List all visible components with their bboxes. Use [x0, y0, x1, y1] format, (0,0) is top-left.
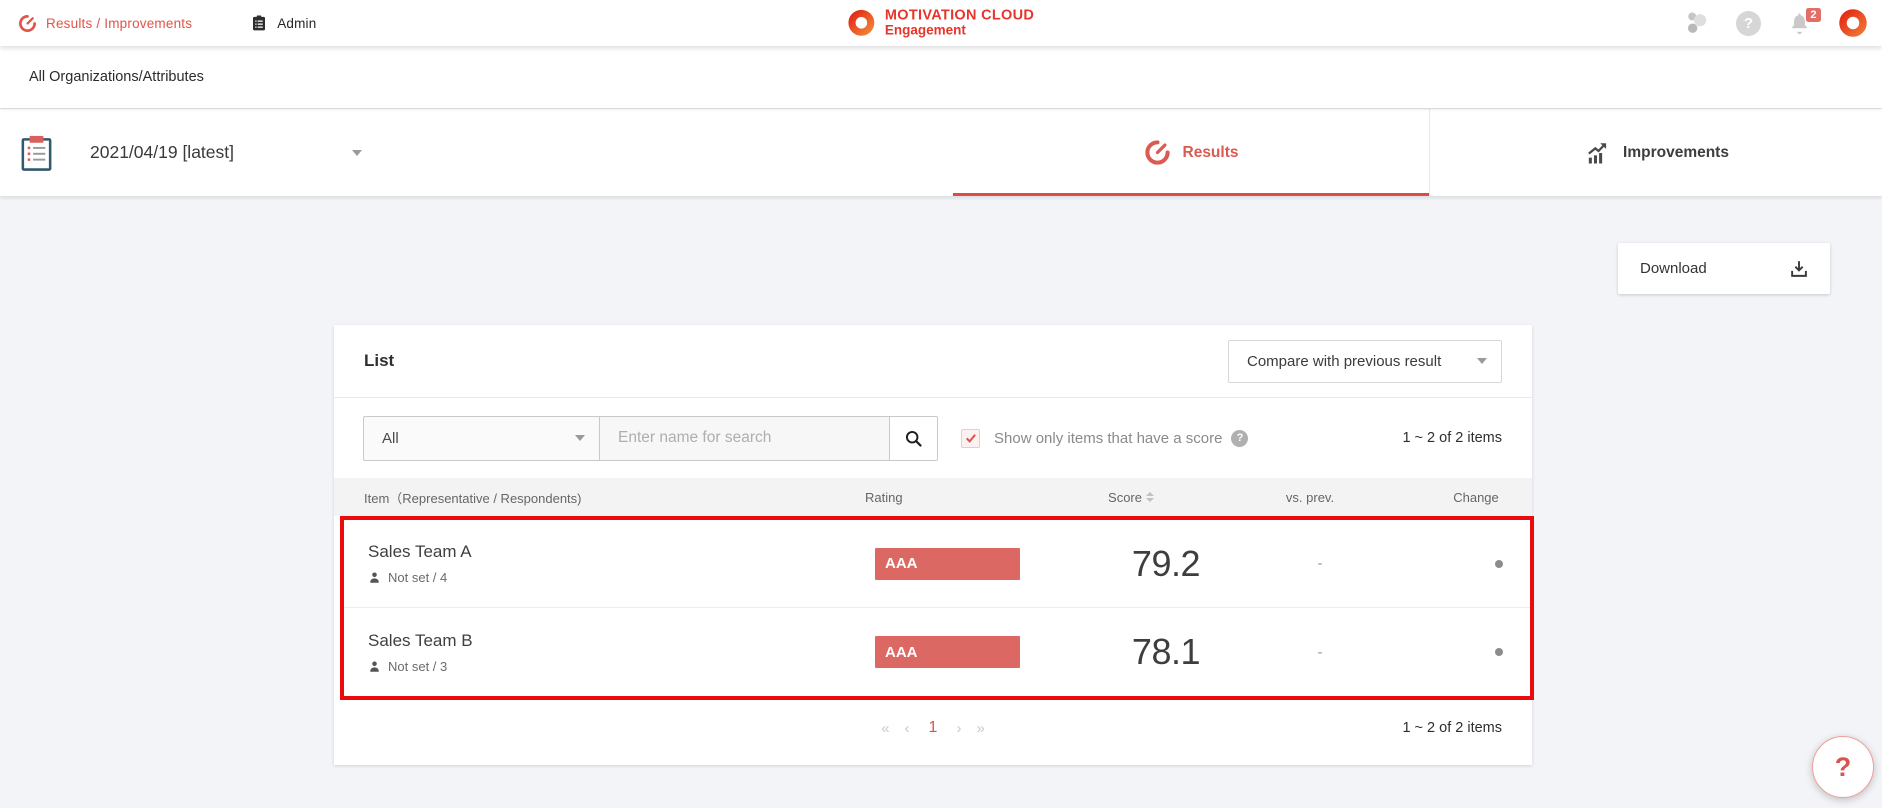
- caret-down-icon: [352, 150, 362, 156]
- person-icon: [368, 660, 381, 673]
- column-vs-prev: vs. prev.: [1200, 490, 1420, 505]
- category-dropdown-label: All: [382, 430, 399, 447]
- row-score: 78.1: [1050, 631, 1210, 673]
- page-current[interactable]: 1: [925, 719, 942, 737]
- breadcrumb-bar: All Organizations/Attributes: [0, 46, 1882, 108]
- score-filter-checkbox[interactable]: [961, 429, 980, 448]
- page-first-button[interactable]: «: [881, 720, 889, 737]
- category-dropdown[interactable]: All: [363, 416, 600, 461]
- app-window: Results / Improvements Admin MOTIVATION …: [0, 0, 1882, 808]
- change-dot-icon: [1495, 560, 1503, 568]
- tab-improvements-label: Improvements: [1623, 144, 1729, 162]
- panel-title: List: [364, 351, 394, 371]
- filter-help-icon[interactable]: ?: [1231, 430, 1248, 447]
- logo-title: MOTIVATION CLOUD: [885, 8, 1034, 23]
- pagination: « ‹ 1 › » 1 ~ 2 of 2 items: [334, 700, 1532, 756]
- row-name: Sales Team B: [368, 631, 875, 651]
- bell-icon[interactable]: 2: [1787, 11, 1812, 36]
- table-header: Item（Representative / Respondents) Ratin…: [334, 478, 1532, 516]
- search-button[interactable]: [890, 416, 938, 461]
- avatar-donut-icon[interactable]: [1838, 8, 1868, 38]
- column-score[interactable]: Score: [1040, 490, 1200, 505]
- compare-dropdown-label: Compare with previous result: [1247, 353, 1441, 370]
- column-rating: Rating: [865, 490, 1040, 505]
- active-tab-underline: [953, 193, 1429, 196]
- search-input[interactable]: [600, 416, 890, 461]
- caret-down-icon: [575, 435, 585, 441]
- row-change: [1430, 560, 1530, 568]
- row-score: 79.2: [1050, 543, 1210, 585]
- search-icon: [903, 428, 924, 449]
- row-change: [1430, 648, 1530, 656]
- download-icon: [1788, 258, 1810, 280]
- gauge-icon: [1144, 139, 1171, 166]
- filter-row: All Show only items that have a score ? …: [334, 398, 1532, 478]
- page-prev-button[interactable]: ‹: [905, 720, 910, 737]
- compare-dropdown[interactable]: Compare with previous result: [1228, 340, 1502, 383]
- items-count: 1 ~ 2 of 2 items: [1402, 720, 1532, 736]
- nav-admin[interactable]: Admin: [250, 14, 316, 33]
- items-count: 1 ~ 2 of 2 items: [1402, 430, 1502, 446]
- survey-date-select[interactable]: 2021/04/19 [latest]: [0, 109, 430, 196]
- rating-badge: AAA: [875, 548, 1020, 580]
- logo-subtitle: Engagement: [885, 24, 1034, 38]
- gauge-icon: [18, 14, 37, 33]
- tab-results-label: Results: [1183, 144, 1239, 162]
- download-button[interactable]: Download: [1618, 243, 1830, 294]
- survey-date-label: 2021/04/19 [latest]: [90, 142, 234, 163]
- nav-results-improvements[interactable]: Results / Improvements: [18, 14, 192, 33]
- download-label: Download: [1640, 260, 1707, 277]
- column-change: Change: [1420, 490, 1532, 505]
- page-next-button[interactable]: ›: [956, 720, 961, 737]
- table-row[interactable]: Sales Team B Not set / 3 AAA 78.1 -: [344, 608, 1530, 696]
- survey-clipboard-icon: [17, 132, 56, 174]
- row-vs-prev: -: [1210, 644, 1430, 661]
- breadcrumb: All Organizations/Attributes: [29, 69, 204, 85]
- annotation-highlight-box: Sales Team A Not set / 4 AAA 79.2 - Sale…: [340, 516, 1534, 700]
- row-name: Sales Team A: [368, 542, 875, 562]
- apps-cluster-icon[interactable]: [1680, 8, 1710, 38]
- tab-results[interactable]: Results: [953, 109, 1429, 196]
- row-meta-label: Not set / 3: [388, 659, 447, 674]
- person-icon: [368, 571, 381, 584]
- top-navigation-bar: Results / Improvements Admin MOTIVATION …: [0, 0, 1882, 46]
- notification-badge: 2: [1806, 8, 1821, 22]
- row-vs-prev: -: [1210, 555, 1430, 572]
- clipboard-icon: [250, 14, 268, 33]
- change-dot-icon: [1495, 648, 1503, 656]
- table-row[interactable]: Sales Team A Not set / 4 AAA 79.2 -: [344, 520, 1530, 608]
- help-fab-button[interactable]: ?: [1812, 736, 1874, 798]
- page-last-button[interactable]: »: [976, 720, 984, 737]
- logo-donut-icon: [848, 9, 875, 36]
- brand-logo: MOTIVATION CLOUD Engagement: [848, 8, 1034, 37]
- tab-improvements[interactable]: Improvements: [1429, 109, 1882, 196]
- survey-tab-bar: 2021/04/19 [latest] Results Improvements: [0, 108, 1882, 196]
- rating-badge: AAA: [875, 636, 1020, 668]
- help-icon[interactable]: ?: [1736, 11, 1761, 36]
- list-panel: List Compare with previous result All Sh…: [334, 325, 1532, 765]
- score-filter-label: Show only items that have a score: [994, 430, 1222, 447]
- chart-up-icon: [1583, 139, 1611, 167]
- nav-results-label: Results / Improvements: [46, 16, 192, 31]
- nav-admin-label: Admin: [277, 16, 316, 31]
- column-item: Item（Representative / Respondents): [334, 488, 865, 507]
- sort-icon: [1146, 492, 1154, 503]
- row-meta-label: Not set / 4: [388, 570, 447, 585]
- caret-down-icon: [1477, 358, 1487, 364]
